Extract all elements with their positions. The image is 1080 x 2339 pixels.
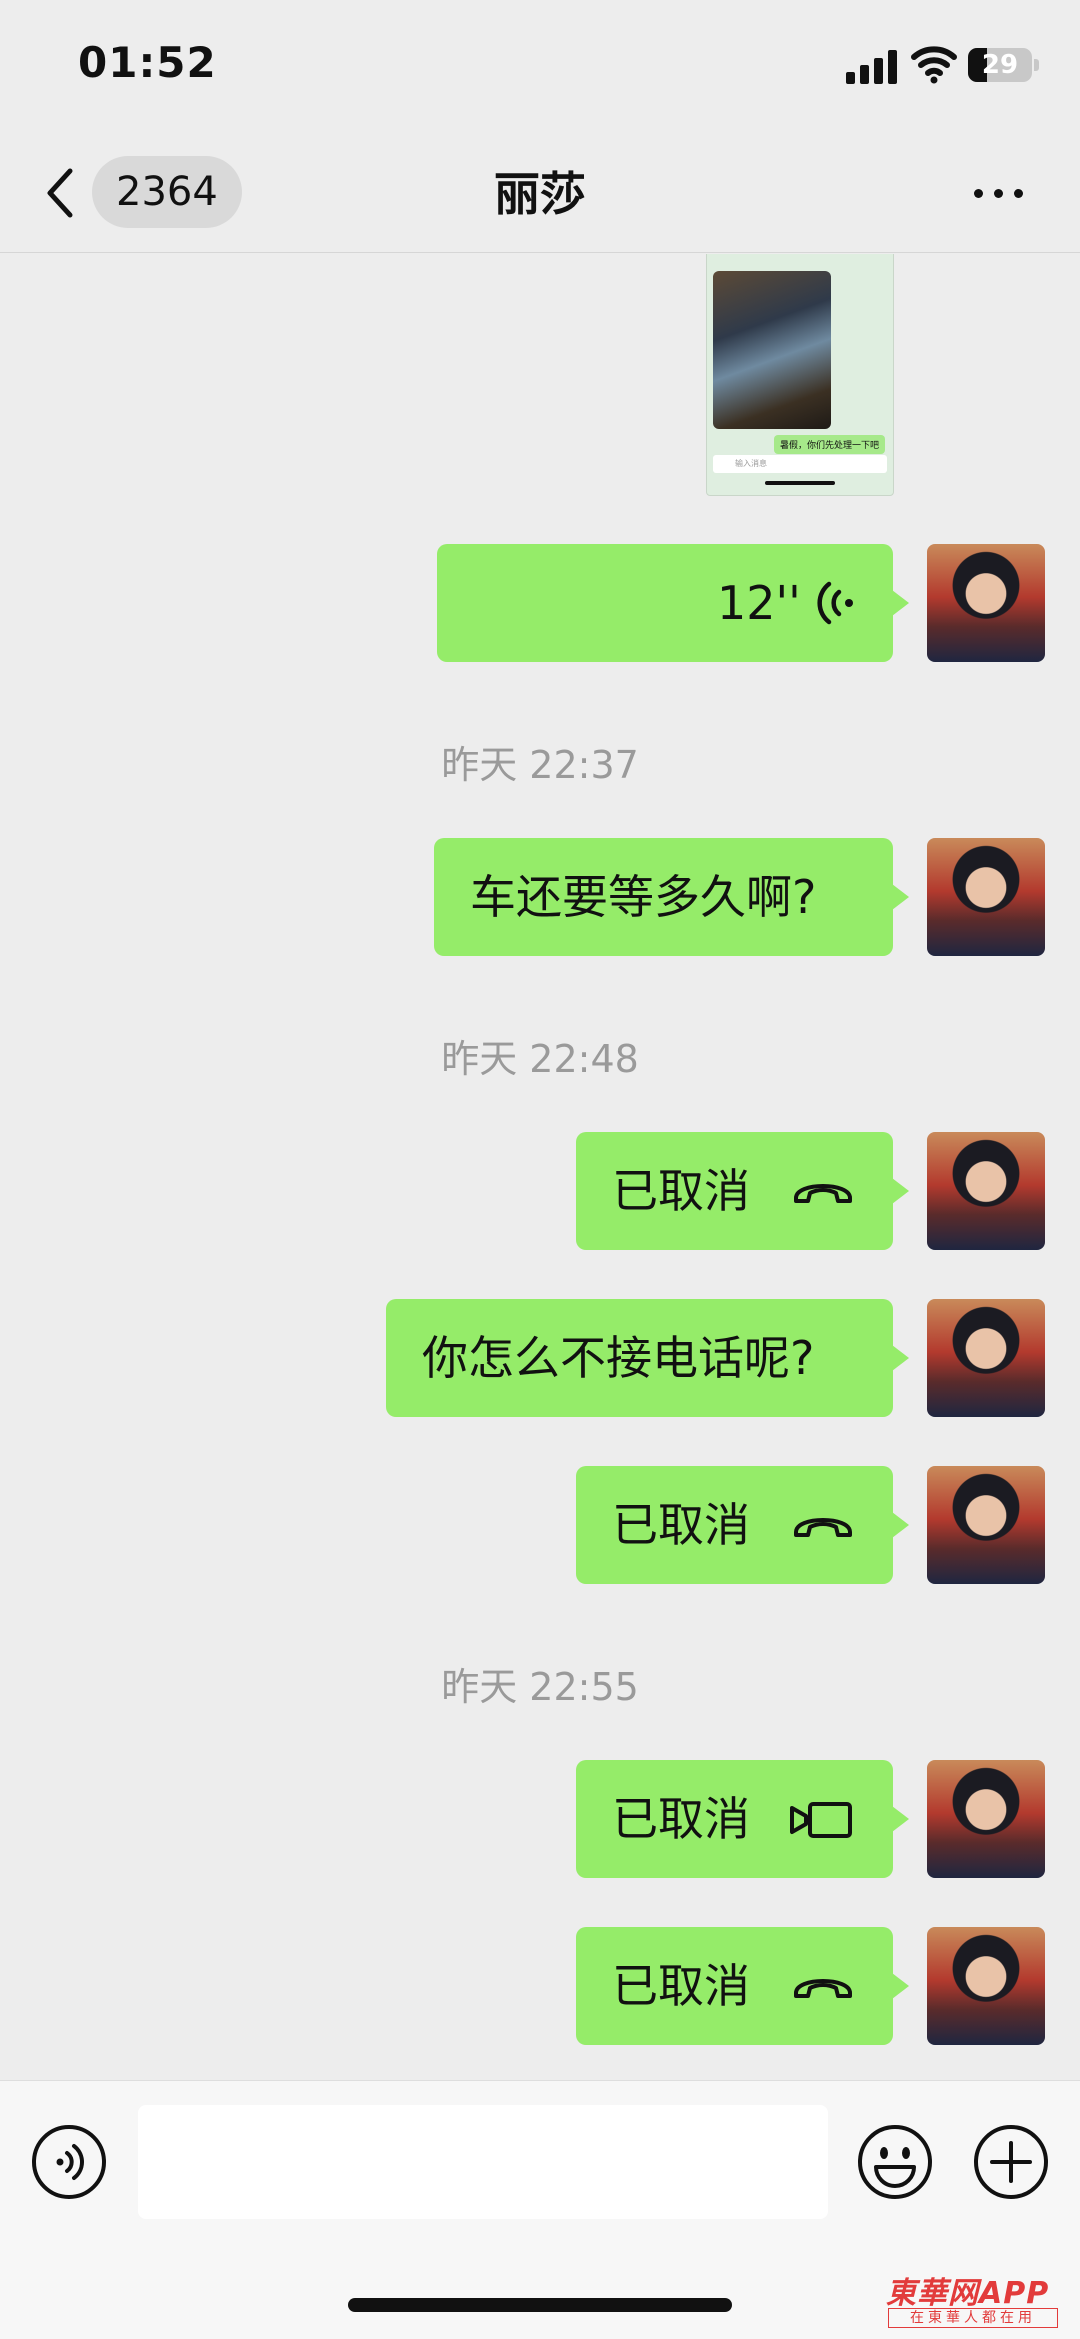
voice-message-bubble[interactable]: 12'' [437, 544, 909, 662]
chat-title: 丽莎 [494, 167, 586, 221]
call-message-bubble[interactable]: 已取消 [576, 1466, 909, 1584]
call-status-label: 已取消 [612, 1498, 750, 1552]
voice-toggle-icon[interactable] [30, 2123, 108, 2201]
message-timestamp: 昨天 22:37 [441, 743, 639, 787]
text-message-bubble[interactable]: 你怎么不接电话呢? [386, 1299, 909, 1417]
cellular-signal-icon [846, 50, 898, 84]
voice-duration: 12'' [717, 576, 801, 630]
avatar[interactable] [927, 1466, 1045, 1584]
message-timestamp: 昨天 22:55 [441, 1665, 639, 1709]
message-row: 你怎么不接电话呢? [0, 1299, 1080, 1417]
wifi-icon [911, 46, 957, 84]
call-status-label: 已取消 [612, 1792, 750, 1846]
status-bar: 01:52 29 [0, 0, 1080, 135]
message-row: 已取消 [0, 1132, 1080, 1250]
message-row: 已取消 [0, 1760, 1080, 1878]
call-message-bubble[interactable]: 已取消 [576, 1927, 909, 2045]
message-row: 车还要等多久啊? [0, 838, 1080, 956]
message-row: 已取消 [0, 1466, 1080, 1584]
message-input[interactable] [138, 2105, 828, 2219]
message-row: 已取消 [0, 1927, 1080, 2045]
video-call-icon [790, 1802, 852, 1838]
avatar[interactable] [927, 1760, 1045, 1878]
message-text: 车还要等多久啊? [470, 870, 817, 924]
watermark-tagline: 在東華人都在用 [888, 2308, 1058, 2328]
call-status-label: 已取消 [612, 1164, 750, 1218]
phone-hangup-icon [794, 1979, 852, 1998]
message-row: 12'' [0, 544, 1080, 662]
avatar[interactable] [927, 1927, 1045, 2045]
avatar[interactable] [927, 544, 1045, 662]
home-indicator [348, 2298, 732, 2312]
screenshot-photo [713, 271, 831, 429]
emoji-icon[interactable] [856, 2123, 934, 2201]
screenshot-caption: 暑假，你们先处理一下吧 [773, 435, 885, 454]
battery-icon: 29 [968, 48, 1040, 82]
call-status-label: 已取消 [612, 1959, 750, 2013]
battery-percent: 29 [981, 50, 1019, 80]
text-message-bubble[interactable]: 车还要等多久啊? [434, 838, 909, 956]
call-message-bubble[interactable]: 已取消 [576, 1760, 909, 1878]
phone-hangup-icon [794, 1518, 852, 1537]
watermark-title: 東華网APP [886, 2276, 1050, 2311]
phone-hangup-icon [794, 1184, 852, 1203]
watermark-logo: 東華网APP 在東華人都在用 [886, 2268, 1064, 2330]
avatar[interactable] [927, 838, 1045, 956]
call-message-bubble[interactable]: 已取消 [576, 1132, 909, 1250]
avatar[interactable] [927, 1299, 1045, 1417]
message-list[interactable]: 暑假，你们先处理一下吧 输入消息 12'' 昨天 22:37 车还要等多久啊? … [0, 254, 1080, 2080]
message-timestamp: 昨天 22:48 [441, 1037, 639, 1081]
screenshot-home-indicator [765, 481, 835, 485]
screenshot-input-bar: 输入消息 [713, 455, 887, 473]
more-dots-icon[interactable] [970, 175, 1026, 211]
message-text: 你怎么不接电话呢? [422, 1331, 815, 1385]
voice-wave-icon [817, 581, 853, 625]
plus-icon[interactable] [972, 2123, 1050, 2201]
chat-header: 2364 丽莎 [0, 135, 1080, 253]
avatar[interactable] [927, 1132, 1045, 1250]
shared-screenshot-image[interactable]: 暑假，你们先处理一下吧 输入消息 [706, 254, 894, 496]
status-time: 01:52 [78, 38, 217, 87]
